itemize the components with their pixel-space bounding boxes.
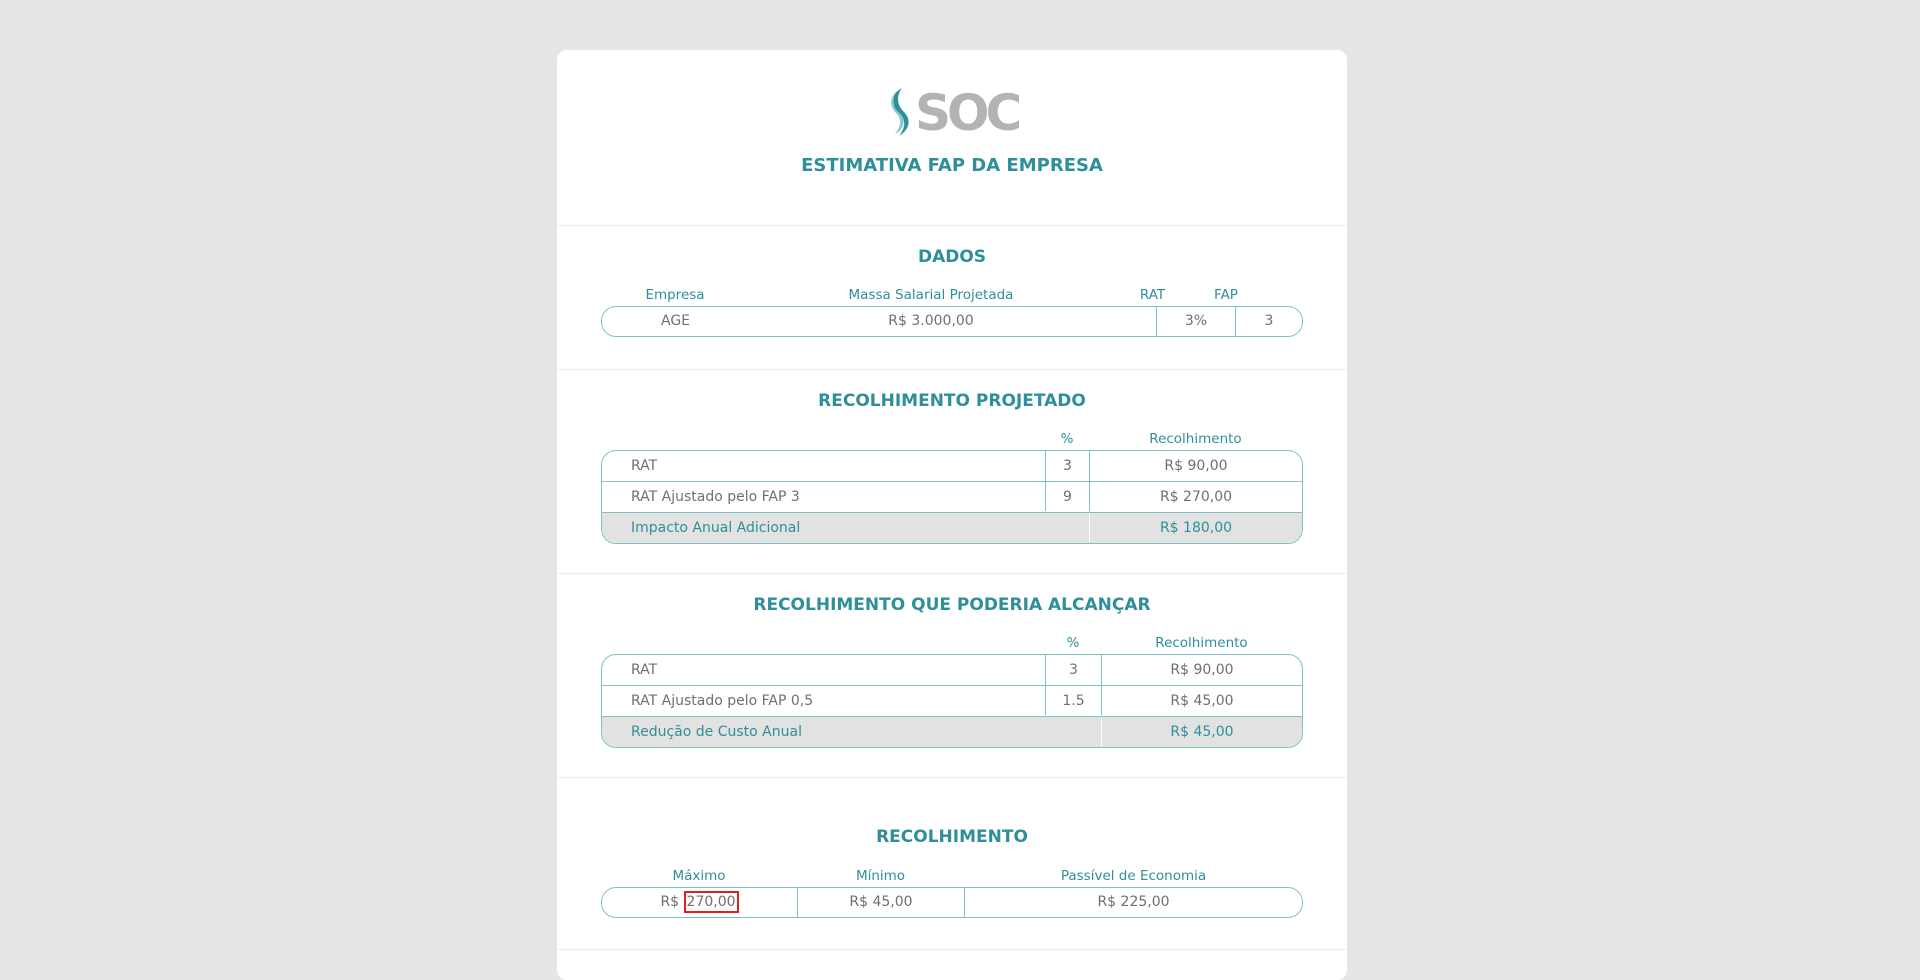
maximo-value: R$ 270,00 [602,888,797,917]
report-card: SOC ESTIMATIVA FAP DA EMPRESA DADOS Empr… [557,50,1347,980]
recolhimento-title: RECOLHIMENTO [876,827,1028,847]
total-value: R$ 45,00 [1170,724,1234,740]
dados-section: DADOS Empresa Massa Salarial Projetada R… [557,225,1347,369]
row-value: R$ 45,00 [1170,693,1234,709]
row-percent: 3 [1069,662,1078,678]
header-fap: FAP [1214,287,1238,303]
projetado-title: RECOLHIMENTO PROJETADO [818,391,1086,411]
rat-value: 3% [1184,313,1208,329]
dados-row: AGE R$ 3.000,00 3% 3 [601,306,1303,337]
maximo-currency: R$ [660,894,680,910]
total-label: Redução de Custo Anual [631,724,802,740]
row-percent: 9 [1063,489,1072,505]
header-passivel-economia: Passível de Economia [1060,868,1207,884]
row-label: RAT Ajustado pelo FAP 0,5 [631,693,814,709]
alcancar-table: RAT 3 R$ 90,00 RAT Ajustado pelo FAP 0,5… [601,654,1303,748]
header-recolhimento: Recolhimento [1149,431,1242,447]
header-percent: % [1060,431,1074,447]
total-value: R$ 180,00 [1159,520,1233,536]
row-value: R$ 270,00 [1159,489,1233,505]
recolhimento-row: R$ 270,00 R$ 45,00 R$ 225,00 [601,887,1303,918]
table-row: RAT 3 R$ 90,00 [602,655,1302,686]
dados-title: DADOS [917,247,987,267]
massa-salarial-value: R$ 3.000,00 [888,313,974,329]
recolhimento-alcancar-section: RECOLHIMENTO QUE PODERIA ALCANÇAR % Reco… [557,573,1347,777]
table-row: RAT 3 R$ 90,00 [602,451,1302,482]
table-total-row: Impacto Anual Adicional R$ 180,00 [602,512,1302,543]
minimo-value: R$ 45,00 [849,894,913,910]
soc-wave-icon [891,88,909,136]
header-massa-salarial: Massa Salarial Projetada [848,287,1014,303]
table-row: RAT Ajustado pelo FAP 0,5 1.5 R$ 45,00 [602,685,1302,716]
row-label: RAT Ajustado pelo FAP 3 [631,489,800,505]
table-total-row: Redução de Custo Anual R$ 45,00 [602,716,1302,747]
soc-logo: SOC [885,84,1025,142]
row-percent: 3 [1063,458,1072,474]
fap-value: 3 [1264,313,1274,329]
header-rat: RAT [1139,287,1166,303]
row-value: R$ 90,00 [1170,662,1234,678]
row-label: RAT [631,458,658,474]
table-row: RAT Ajustado pelo FAP 3 9 R$ 270,00 [602,481,1302,512]
header-empresa: Empresa [645,287,705,303]
page-title: ESTIMATIVA FAP DA EMPRESA [801,155,1103,176]
header-minimo: Mínimo [855,868,906,884]
row-percent: 1.5 [1062,693,1085,709]
header-recolhimento: Recolhimento [1155,635,1248,651]
row-label: RAT [631,662,658,678]
logo-text: SOC [915,84,1022,142]
divider [557,949,1347,950]
empresa-value: AGE [660,313,691,329]
recolhimento-section: RECOLHIMENTO Máximo Mínimo Passível de E… [557,777,1347,949]
alcancar-title: RECOLHIMENTO QUE PODERIA ALCANÇAR [753,595,1151,615]
maximo-amount-highlighted: 270,00 [683,891,739,913]
total-label: Impacto Anual Adicional [631,520,801,536]
header-maximo: Máximo [672,868,726,884]
header-percent: % [1066,635,1080,651]
row-value: R$ 90,00 [1164,458,1228,474]
projetado-table: RAT 3 R$ 90,00 RAT Ajustado pelo FAP 3 9… [601,450,1303,544]
passivel-economia-value: R$ 225,00 [1097,894,1170,910]
recolhimento-projetado-section: RECOLHIMENTO PROJETADO % Recolhimento RA… [557,369,1347,573]
